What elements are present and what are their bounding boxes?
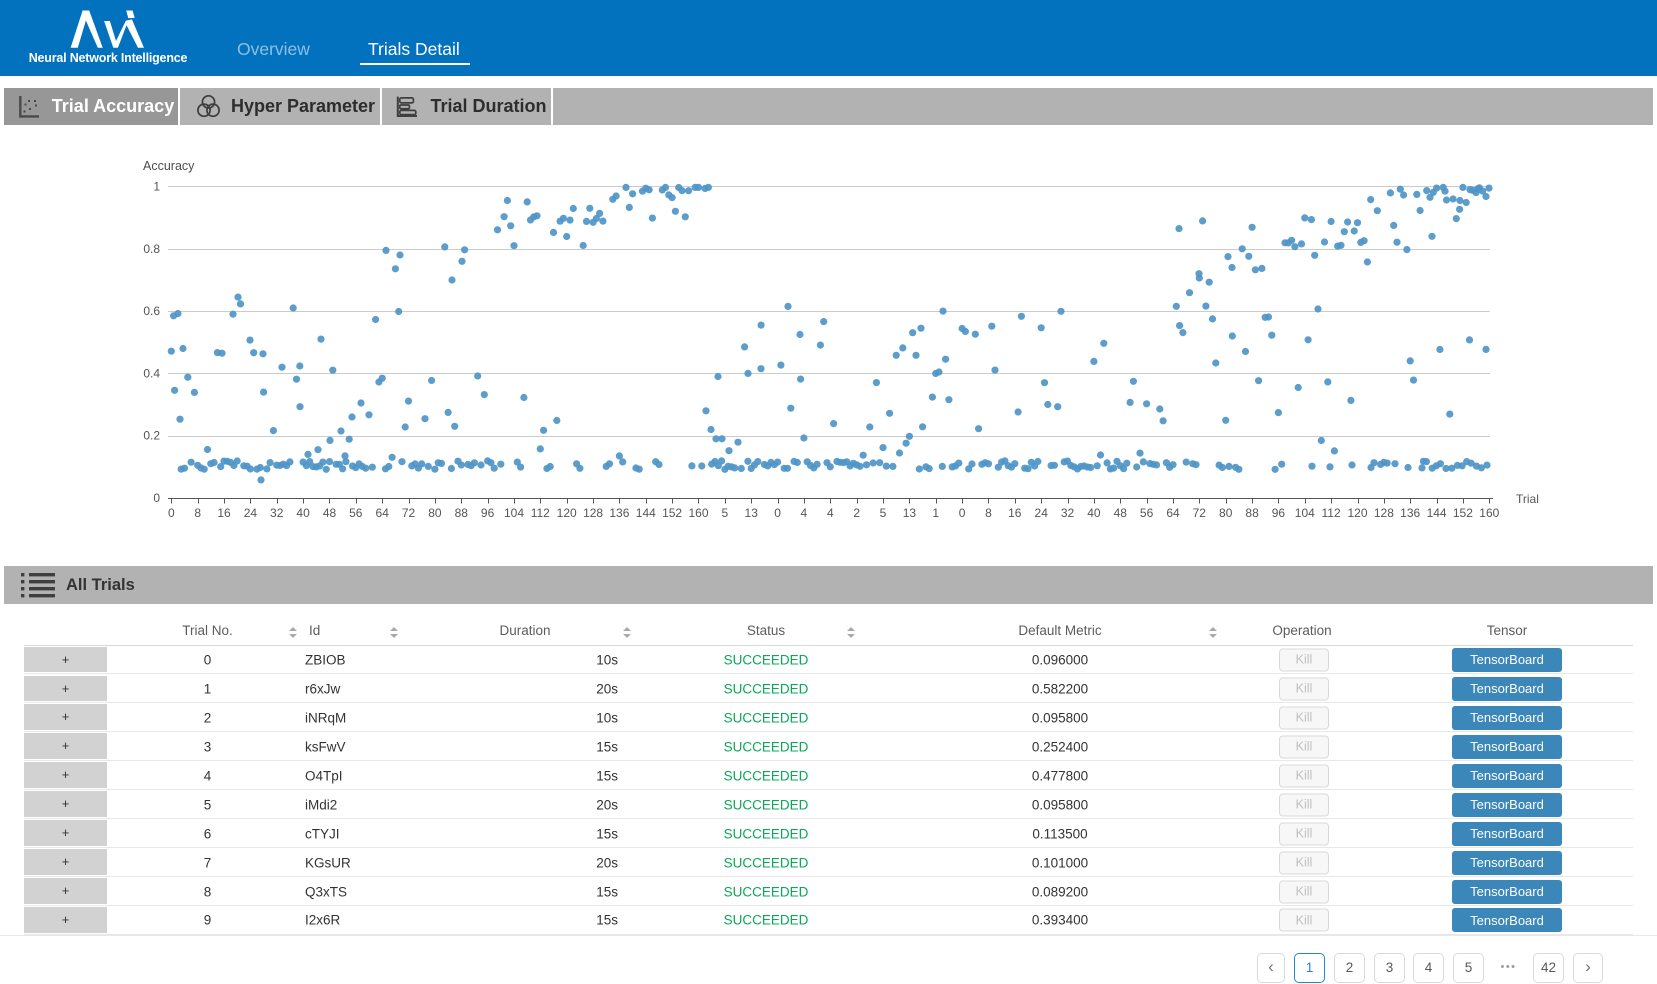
- svg-text:13: 13: [745, 506, 759, 520]
- svg-text:104: 104: [504, 506, 524, 520]
- svg-text:0.2: 0.2: [143, 429, 160, 443]
- svg-text:56: 56: [1140, 506, 1154, 520]
- svg-text:136: 136: [1400, 506, 1420, 520]
- svg-text:120: 120: [1347, 506, 1367, 520]
- svg-text:8: 8: [194, 506, 201, 520]
- svg-text:120: 120: [557, 506, 577, 520]
- svg-text:16: 16: [217, 506, 231, 520]
- svg-text:144: 144: [636, 506, 656, 520]
- svg-text:80: 80: [1219, 506, 1233, 520]
- svg-text:56: 56: [349, 506, 363, 520]
- svg-text:96: 96: [481, 506, 495, 520]
- svg-text:88: 88: [1245, 506, 1259, 520]
- svg-text:0.6: 0.6: [143, 304, 160, 318]
- svg-text:32: 32: [270, 506, 284, 520]
- svg-text:88: 88: [455, 506, 469, 520]
- svg-text:5: 5: [880, 506, 887, 520]
- svg-text:160: 160: [688, 506, 708, 520]
- svg-text:4: 4: [827, 506, 834, 520]
- svg-text:96: 96: [1272, 506, 1286, 520]
- svg-text:112: 112: [1322, 506, 1341, 520]
- svg-text:0: 0: [168, 506, 175, 520]
- svg-text:1: 1: [932, 506, 939, 520]
- svg-text:160: 160: [1479, 506, 1499, 520]
- svg-text:144: 144: [1427, 506, 1447, 520]
- svg-text:72: 72: [402, 506, 416, 520]
- svg-text:24: 24: [1035, 506, 1049, 520]
- svg-text:40: 40: [1087, 506, 1101, 520]
- svg-text:152: 152: [1453, 506, 1473, 520]
- svg-text:64: 64: [376, 506, 390, 520]
- svg-text:4: 4: [801, 506, 808, 520]
- svg-text:80: 80: [428, 506, 442, 520]
- svg-text:128: 128: [583, 506, 603, 520]
- svg-text:5: 5: [722, 506, 729, 520]
- svg-text:1: 1: [153, 180, 160, 194]
- svg-text:72: 72: [1193, 506, 1207, 520]
- svg-text:40: 40: [296, 506, 310, 520]
- svg-text:2: 2: [853, 506, 860, 520]
- svg-text:64: 64: [1166, 506, 1180, 520]
- svg-text:Trial: Trial: [1516, 492, 1539, 506]
- svg-text:16: 16: [1008, 506, 1022, 520]
- svg-text:13: 13: [903, 506, 917, 520]
- svg-text:112: 112: [531, 506, 550, 520]
- svg-text:24: 24: [244, 506, 258, 520]
- svg-text:48: 48: [1114, 506, 1128, 520]
- svg-text:0: 0: [774, 506, 781, 520]
- svg-text:8: 8: [985, 506, 992, 520]
- svg-text:0.8: 0.8: [143, 242, 160, 256]
- svg-text:0: 0: [153, 491, 160, 505]
- svg-text:32: 32: [1061, 506, 1075, 520]
- svg-text:104: 104: [1295, 506, 1315, 520]
- svg-text:0.4: 0.4: [143, 366, 160, 380]
- svg-text:0: 0: [959, 506, 966, 520]
- svg-text:Accuracy: Accuracy: [143, 159, 195, 173]
- svg-text:128: 128: [1374, 506, 1394, 520]
- svg-text:136: 136: [609, 506, 629, 520]
- svg-text:48: 48: [323, 506, 337, 520]
- svg-text:152: 152: [662, 506, 682, 520]
